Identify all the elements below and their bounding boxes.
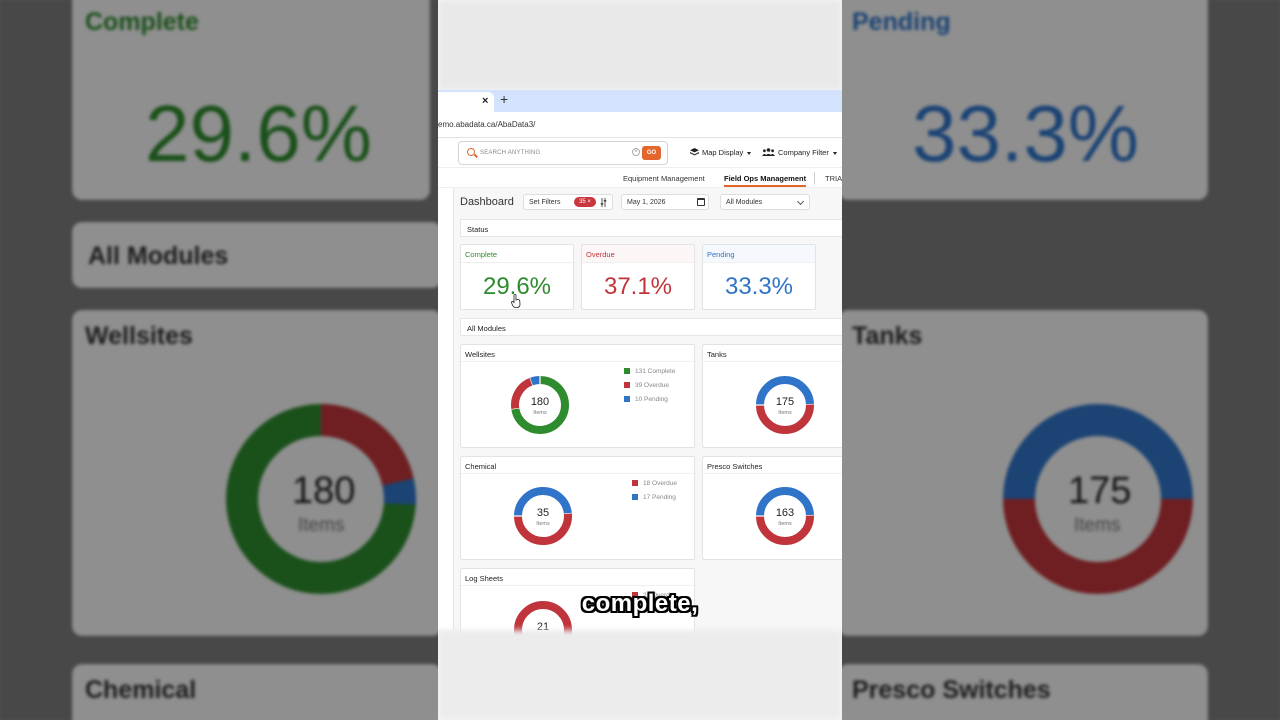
page-title: Dashboard (460, 196, 514, 208)
donut-unit: Items (533, 410, 547, 416)
status-section-label: Status (467, 225, 489, 234)
url-text: emo.abadata.ca/AbaData3/ (438, 120, 536, 129)
donut-total: 163 (775, 507, 795, 519)
status-card-header: Overdue (582, 245, 694, 263)
search-icon (467, 148, 475, 156)
module-card-divider (461, 585, 694, 586)
donut-segment-pending[interactable] (530, 376, 541, 386)
tab-equipment-management[interactable]: Equipment Management (623, 174, 705, 183)
status-card-header: Pending (703, 245, 815, 263)
hand-cursor-icon (511, 294, 521, 308)
legend-label: 18 Overdue (643, 480, 677, 487)
legend-label: 39 Overdue (635, 382, 669, 389)
module-card-tanks[interactable]: Tanks 175 Items (702, 344, 842, 448)
browser-tab-bar: × + (438, 90, 842, 112)
search-box[interactable]: SEARCH ANYTHING × GO (458, 141, 668, 165)
legend-item-complete[interactable]: 131 Complete (624, 368, 675, 375)
module-card-divider (461, 473, 694, 474)
filter-label: Set Filters (529, 199, 561, 206)
donut-segment-overdue[interactable] (756, 404, 814, 434)
module-card-title: Tanks (707, 350, 727, 359)
layers-icon (690, 148, 699, 156)
sub-navigation: Equipment Management Field Ops Managemen… (438, 168, 842, 188)
module-card-title: Log Sheets (465, 574, 503, 583)
address-bar[interactable]: emo.abadata.ca/AbaData3/ (438, 112, 842, 138)
calendar-icon[interactable] (697, 198, 705, 206)
clear-icon[interactable]: × (632, 148, 640, 156)
legend-swatch (632, 480, 638, 486)
frame-bottom-blur (438, 630, 842, 720)
video-stage: Complete 29.6% All Modules Wellsites 180… (0, 0, 1280, 720)
sidebar (438, 188, 454, 630)
tab-close-icon[interactable]: × (482, 95, 488, 107)
donut-total: 175 (775, 396, 795, 408)
legend-item-pending[interactable]: 10 Pending (624, 396, 668, 403)
go-button[interactable]: GO (642, 146, 661, 160)
company-filter-button[interactable]: Company Filter (762, 148, 837, 157)
status-card-value: 33.3% (724, 273, 794, 300)
legend-label: 131 Complete (635, 368, 676, 375)
legend-swatch (624, 396, 630, 402)
module-card-title: Presco Switches (707, 462, 763, 471)
legend-item-overdue[interactable]: 39 Overdue (624, 382, 669, 389)
caret-down-icon (832, 151, 837, 155)
donut-unit: Items (778, 410, 792, 416)
module-card-title: Chemical (465, 462, 497, 471)
tab-divider (814, 172, 815, 184)
caret-down-icon (747, 151, 752, 155)
company-filter-label: Company Filter (778, 148, 829, 157)
map-display-label: Map Display (702, 148, 744, 157)
status-card-header: Complete (461, 245, 573, 263)
module-select-value: All Modules (726, 199, 763, 206)
module-card-divider (703, 473, 842, 474)
module-card-chemical[interactable]: Chemical 35 Items 18 Overdue 17 Pending (460, 456, 695, 560)
status-card-pending[interactable]: Pending 33.3% (702, 244, 816, 310)
search-input[interactable]: SEARCH ANYTHING (480, 150, 540, 156)
status-card-overdue[interactable]: Overdue 37.1% (581, 244, 695, 310)
module-card-wellsites[interactable]: Wellsites 180 Items 131 Complete 39 Over… (460, 344, 695, 448)
module-card-title: Wellsites (465, 350, 495, 359)
video-frame: × + emo.abadata.ca/AbaData3/ SEARCH ANYT… (438, 0, 842, 720)
sliders-icon[interactable] (600, 198, 610, 207)
chevron-down-icon (796, 197, 805, 206)
video-caption: complete, (581, 590, 699, 617)
donut-total: 180 (530, 396, 550, 408)
browser-tab[interactable]: × (438, 92, 494, 112)
tab-field-ops-management[interactable]: Field Ops Management (724, 174, 807, 187)
legend-label: 17 Pending (643, 494, 676, 501)
module-card-presco-switches[interactable]: Presco Switches 163 Items (702, 456, 842, 560)
module-select[interactable]: All Modules (720, 194, 810, 210)
modules-section-label: All Modules (467, 324, 506, 333)
module-card-divider (703, 361, 842, 362)
status-section-header: Status (460, 219, 842, 237)
donut-segment-overdue[interactable] (756, 515, 814, 545)
status-card-label: Complete (465, 250, 498, 259)
status-card-label: Overdue (586, 250, 615, 259)
status-card-label: Pending (707, 250, 735, 259)
set-filters-control[interactable]: Set Filters 35 × (523, 194, 613, 210)
legend-swatch (624, 368, 630, 374)
date-value: May 1, 2026 (627, 199, 666, 206)
module-card-divider (461, 361, 694, 362)
app-header: SEARCH ANYTHING × GO Map Display Company… (438, 138, 842, 168)
donut-unit: Items (536, 521, 550, 527)
legend-item-pending[interactable]: 17 Pending (632, 494, 676, 501)
tab-tria[interactable]: TRIA (825, 174, 842, 183)
modules-section-header: All Modules (460, 318, 842, 336)
users-icon (762, 148, 775, 156)
donut-total: 35 (536, 507, 550, 519)
filter-count-badge[interactable]: 35 × (574, 197, 596, 207)
map-display-button[interactable]: Map Display (690, 148, 752, 157)
new-tab-icon[interactable]: + (500, 91, 508, 107)
legend-swatch (624, 382, 630, 388)
legend-item-overdue[interactable]: 18 Overdue (632, 480, 677, 487)
legend-label: 10 Pending (635, 396, 668, 403)
date-picker[interactable]: May 1, 2026 (621, 194, 709, 210)
donut-unit: Items (778, 521, 792, 527)
legend-swatch (632, 494, 638, 500)
frame-top-blur (438, 0, 842, 90)
status-card-value: 37.1% (603, 273, 673, 300)
